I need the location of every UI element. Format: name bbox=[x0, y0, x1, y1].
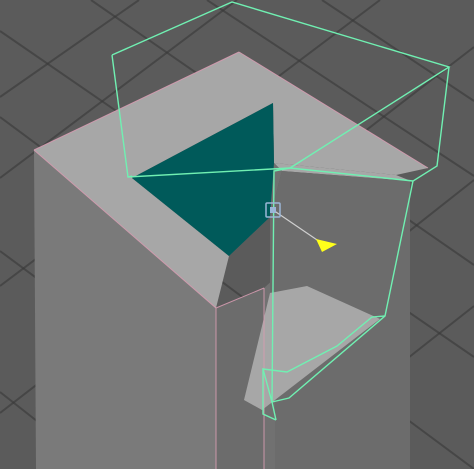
viewport-canvas[interactable] bbox=[0, 0, 474, 469]
grid-line bbox=[321, 0, 474, 102]
manipulator-center-mark bbox=[270, 207, 276, 213]
bbox-edge bbox=[127, 175, 133, 178]
3d-viewport[interactable] bbox=[0, 0, 474, 469]
cube-model[interactable] bbox=[34, 52, 428, 469]
grid-line bbox=[0, 0, 140, 98]
